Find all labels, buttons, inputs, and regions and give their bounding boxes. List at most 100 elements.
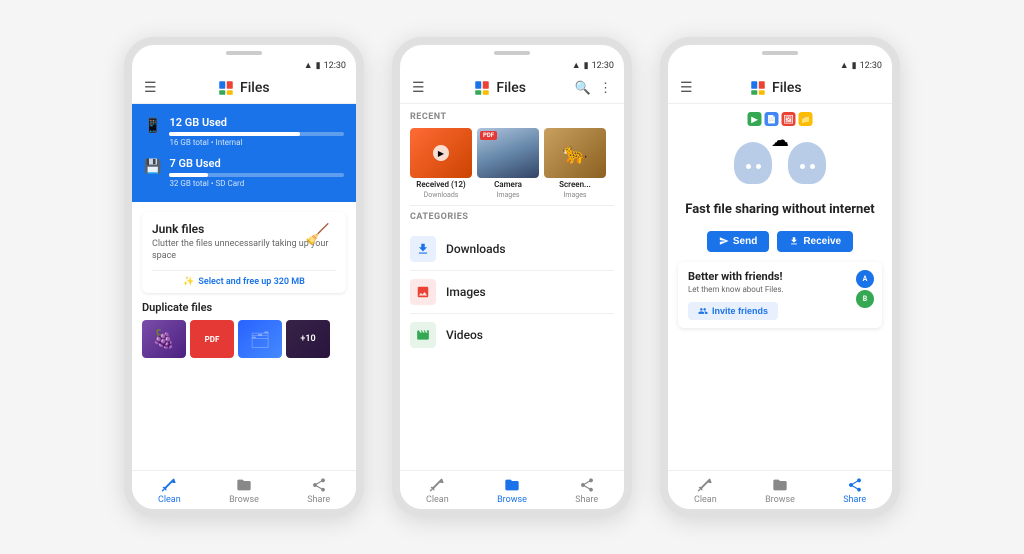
send-button[interactable]: Send — [707, 231, 769, 252]
battery-icon-1: ▮ — [316, 61, 321, 71]
share-illustration: ▶ 📄 🖼 📁 — [668, 104, 892, 198]
ghost-left-eyes — [746, 164, 761, 169]
nav-share-2[interactable]: Share — [549, 477, 624, 505]
ghost-eye-l1 — [746, 164, 751, 169]
ghost-eye-l2 — [756, 164, 761, 169]
recent-sub-received: Downloads — [424, 191, 459, 199]
ghost-right — [788, 142, 826, 184]
storage-item-sd: 💾 7 GB Used 32 GB total • SD Card — [144, 157, 344, 188]
nav-browse-label-1: Browse — [229, 495, 259, 505]
signal-icon-2: ▲ — [572, 60, 581, 71]
pdf-badge-camera: PDF — [480, 131, 497, 140]
share-title: Fast file sharing without internet — [684, 202, 876, 219]
recent-sub-camera: Images — [496, 191, 519, 199]
phone-2: ▲ ▮ 12:30 ☰ Files 🔍 ⋮ RECENT — [392, 37, 632, 517]
thumb-more: +10 — [286, 320, 330, 358]
recent-label: RECENT — [410, 112, 614, 122]
storage-label-sd: 7 GB Used — [169, 157, 344, 170]
nav-clean-label-3: Clean — [694, 495, 717, 505]
recent-name-received: Received (12) — [416, 180, 465, 189]
invite-icon — [698, 306, 708, 316]
status-bar-2: ▲ ▮ 12:30 — [400, 57, 624, 73]
status-bar-3: ▲ ▮ 12:30 — [668, 57, 892, 73]
recent-item-screen[interactable]: 🐆 Screen... Images — [544, 128, 606, 199]
folder-icon-1 — [236, 477, 252, 493]
time-1: 12:30 — [324, 61, 346, 71]
hamburger-menu-3[interactable]: ☰ — [680, 80, 693, 96]
files-logo-1 — [217, 79, 235, 97]
phone-speaker-2 — [494, 51, 530, 55]
nav-browse-2[interactable]: Browse — [475, 477, 550, 505]
send-icon — [719, 236, 729, 246]
invite-label: Invite friends — [712, 306, 768, 316]
time-3: 12:30 — [860, 61, 882, 71]
storage-item-internal: 📱 12 GB Used 16 GB total • Internal — [144, 116, 344, 147]
cat-images-label: Images — [446, 285, 614, 299]
ghost-right-eyes — [800, 164, 815, 169]
ghost-left — [734, 142, 772, 184]
invite-button[interactable]: Invite friends — [688, 302, 778, 320]
junk-action[interactable]: ✨ Select and free up 320 MB — [152, 270, 336, 287]
nav-clean-3[interactable]: Clean — [668, 477, 743, 505]
bottom-nav-3: Clean Browse Share — [668, 470, 892, 509]
nav-browse-3[interactable]: Browse — [743, 477, 818, 505]
receive-button[interactable]: Receive — [777, 231, 853, 252]
status-bar-1: ▲ ▮ 12:30 — [132, 57, 356, 73]
nav-clean-1[interactable]: Clean — [132, 477, 207, 505]
receive-label: Receive — [803, 236, 841, 247]
broom-icon-2 — [429, 477, 445, 493]
battery-icon-3: ▮ — [852, 61, 857, 71]
cat-images[interactable]: Images — [410, 271, 614, 314]
storage-sub-sd: 32 GB total • SD Card — [169, 179, 344, 188]
cat-videos[interactable]: Videos — [410, 314, 614, 356]
storage-bar-internal — [169, 132, 344, 136]
nav-clean-label-2: Clean — [426, 495, 449, 505]
phone-speaker-1 — [226, 51, 262, 55]
hamburger-menu-2[interactable]: ☰ — [412, 80, 425, 96]
signal-icon-3: ▲ — [840, 60, 849, 71]
share-icon-2 — [579, 477, 595, 493]
avatar-2: B — [856, 290, 874, 308]
app-bar-actions-2: 🔍 ⋮ — [575, 81, 612, 96]
recent-item-received[interactable]: ▶ Received (12) Downloads — [410, 128, 472, 199]
nav-share-label-3: Share — [843, 495, 866, 505]
cat-downloads-label: Downloads — [446, 242, 614, 256]
nav-clean-2[interactable]: Clean — [400, 477, 475, 505]
recent-item-camera[interactable]: PDF Camera Images — [477, 128, 539, 199]
storage-bar-fill-sd — [169, 173, 207, 177]
junk-action-label: Select and free up 320 MB — [198, 277, 304, 287]
tiger-emoji: 🐆 — [544, 128, 606, 178]
recent-name-screen: Screen... — [559, 180, 591, 189]
nav-share-3[interactable]: Share — [817, 477, 892, 505]
friends-desc: Let them know about Files. — [688, 285, 872, 294]
share-headline: Fast file sharing without internet — [668, 198, 892, 231]
app-bar-title-2: Files — [425, 79, 575, 97]
search-icon-2[interactable]: 🔍 — [575, 81, 591, 96]
phone-3: ▲ ▮ 12:30 ☰ Files — [660, 37, 900, 517]
phone3-content: ▶ 📄 🖼 📁 — [668, 104, 892, 470]
sd-storage-icon: 💾 — [144, 159, 161, 175]
share-buttons: Send Receive — [668, 231, 892, 252]
duplicate-section: Duplicate files 🍇 PDF 🗂 +10 — [132, 293, 356, 358]
nav-browse-1[interactable]: Browse — [207, 477, 282, 505]
more-icon-2[interactable]: ⋮ — [599, 81, 612, 96]
play-circle: ▶ — [433, 145, 449, 161]
phone2-content: RECENT ▶ Received (12) Downloads — [400, 104, 624, 470]
thumb-grapes: 🍇 — [142, 320, 186, 358]
cat-downloads[interactable]: Downloads — [410, 228, 614, 271]
nav-share-label-2: Share — [575, 495, 598, 505]
folder-icon-2 — [504, 477, 520, 493]
recent-thumb-received: ▶ — [410, 128, 472, 178]
images-icon — [410, 279, 436, 305]
phone1-content: 📱 12 GB Used 16 GB total • Internal 💾 7 … — [132, 104, 356, 470]
battery-icon-2: ▮ — [584, 61, 589, 71]
files-logo-3 — [749, 79, 767, 97]
categories-label: CATEGORIES — [410, 212, 614, 222]
storage-bar-sd — [169, 173, 344, 177]
nav-share-1[interactable]: Share — [281, 477, 356, 505]
nav-share-label-1: Share — [307, 495, 330, 505]
hamburger-menu-1[interactable]: ☰ — [144, 80, 157, 96]
send-label: Send — [733, 236, 757, 247]
cloud-icon: ☁ — [771, 130, 789, 151]
fi-yellow: 📁 — [799, 112, 813, 126]
